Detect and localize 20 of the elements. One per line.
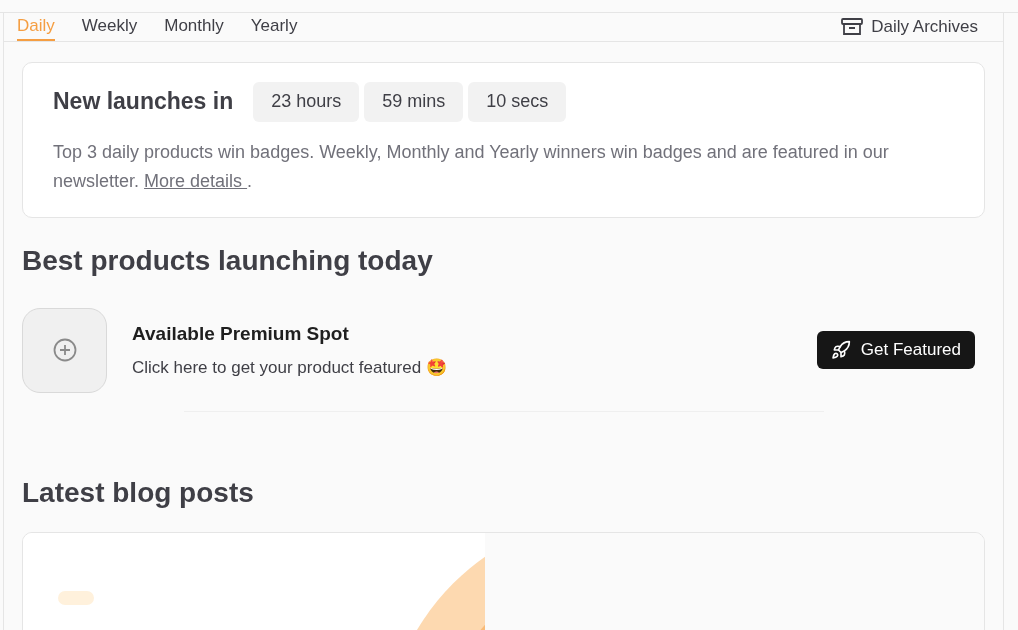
countdown-description: Top 3 daily products win badges. Weekly, Monthly and Yearly winners win badges and are featured in our newsletter. More details . [53,140,890,193]
get-featured-button[interactable]: Get Featured [816,331,975,369]
countdown-unit: 59 mins [364,81,464,122]
spot-title: Available Premium Spot [132,322,350,346]
more-details-link[interactable]: More details [144,170,248,191]
countdown-unit: 10 secs [468,81,567,122]
period-tab[interactable]: Weekly [81,13,138,41]
section-heading: Latest blog posts [22,475,255,510]
plus-circle-icon [52,338,77,362]
period-tab[interactable]: Monthly [164,13,224,41]
rocket-icon [830,340,851,360]
spot-subtitle: Click here to get your product featured 🤩 [132,356,447,379]
countdown-title: New launches in [53,87,234,117]
archive-icon [841,17,864,36]
blog-post-card[interactable] [22,531,985,630]
archives-link[interactable]: Daily Archives [841,13,978,41]
section-heading: Best products launching today [22,243,434,278]
spot-placeholder[interactable] [22,307,107,393]
countdown-unit: 23 hours [253,81,360,122]
period-tab[interactable]: Yearly [250,13,298,41]
